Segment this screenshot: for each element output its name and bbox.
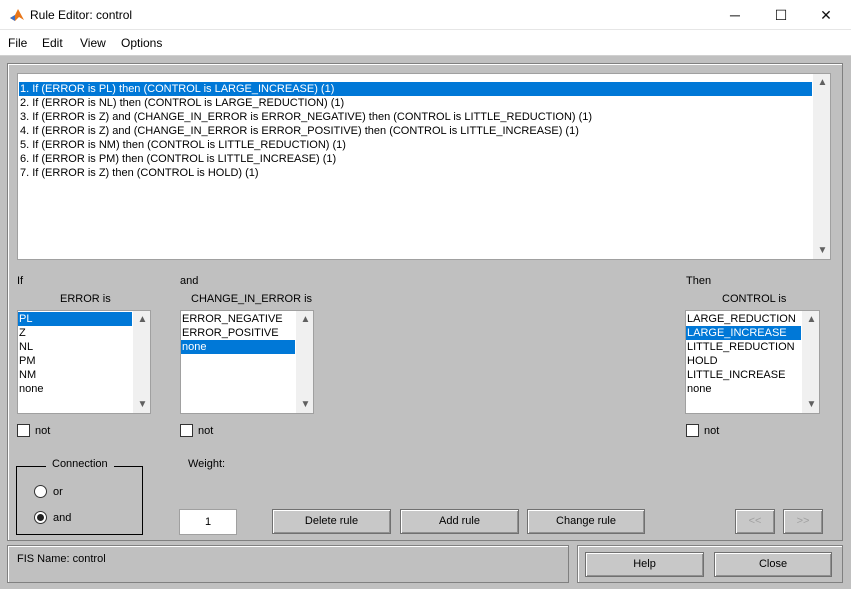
maximize-button[interactable]: ☐: [758, 0, 804, 30]
list-item[interactable]: ERROR_POSITIVE: [181, 326, 295, 340]
list-item[interactable]: none: [18, 382, 132, 396]
control-listbox[interactable]: LARGE_REDUCTION LARGE_INCREASE LITTLE_RE…: [685, 310, 820, 414]
error-listbox[interactable]: PL Z NL PM NM none ▲ ▼: [17, 310, 151, 414]
or-radio[interactable]: [34, 485, 47, 498]
close-window-button[interactable]: ✕: [803, 0, 849, 30]
list-item[interactable]: none: [181, 340, 295, 354]
chevron-up-icon[interactable]: ▲: [134, 311, 150, 328]
fis-name-status: FIS Name: control: [17, 553, 106, 565]
add-rule-button[interactable]: Add rule: [400, 509, 519, 534]
if-label: If: [17, 275, 24, 287]
rule-item[interactable]: 5. If (ERROR is NM) then (CONTROL is LIT…: [19, 138, 812, 152]
previous-rules-button[interactable]: <<: [735, 509, 775, 534]
minimize-button[interactable]: ─: [712, 0, 758, 30]
weight-input[interactable]: 1: [179, 509, 237, 535]
menu-bar: File Edit View Options: [0, 30, 851, 56]
weight-label: Weight:: [188, 458, 226, 470]
menu-view[interactable]: View: [80, 36, 106, 50]
rule-item[interactable]: 1. If (ERROR is PL) then (CONTROL is LAR…: [19, 82, 812, 96]
matlab-icon: [10, 9, 24, 21]
and-not-label: not: [198, 425, 214, 437]
list-item[interactable]: PM: [18, 354, 132, 368]
if-not-label: not: [35, 425, 51, 437]
rule-item[interactable]: 4. If (ERROR is Z) and (CHANGE_IN_ERROR …: [19, 124, 812, 138]
help-button[interactable]: Help: [585, 552, 704, 577]
rule-panel: 1. If (ERROR is PL) then (CONTROL is LAR…: [7, 63, 843, 541]
list-item[interactable]: LARGE_REDUCTION: [686, 312, 801, 326]
list-item[interactable]: HOLD: [686, 354, 801, 368]
menu-file[interactable]: File: [8, 36, 27, 50]
then-not-checkbox[interactable]: [686, 424, 699, 437]
rules-list[interactable]: 1. If (ERROR is PL) then (CONTROL is LAR…: [17, 73, 831, 260]
control-items: LARGE_REDUCTION LARGE_INCREASE LITTLE_RE…: [686, 312, 801, 396]
chevron-down-icon[interactable]: ▼: [803, 396, 819, 413]
radio-selected-dot: [37, 514, 44, 521]
client-area: 1. If (ERROR is PL) then (CONTROL is LAR…: [2, 57, 849, 588]
change-in-error-items: ERROR_NEGATIVE ERROR_POSITIVE none: [181, 312, 295, 354]
change-in-error-var-label: CHANGE_IN_ERROR is: [191, 293, 313, 305]
and-not-checkbox[interactable]: [180, 424, 193, 437]
close-button[interactable]: Close: [714, 552, 832, 577]
chevron-down-icon[interactable]: ▼: [814, 242, 830, 259]
chevron-up-icon[interactable]: ▲: [297, 311, 313, 328]
list-item[interactable]: PL: [18, 312, 132, 326]
status-panel: FIS Name: control: [7, 545, 569, 583]
window-title: Rule Editor: control: [30, 8, 133, 22]
rule-item[interactable]: 2. If (ERROR is NL) then (CONTROL is LAR…: [19, 96, 812, 110]
chevron-up-icon[interactable]: ▲: [803, 311, 819, 328]
rules-items: 1. If (ERROR is PL) then (CONTROL is LAR…: [19, 82, 812, 180]
menu-options[interactable]: Options: [121, 36, 162, 50]
list-item[interactable]: LITTLE_INCREASE: [686, 368, 801, 382]
dialog-buttons-panel: Help Close: [577, 545, 843, 583]
or-label: or: [53, 486, 63, 498]
rules-scrollbar[interactable]: ▲ ▼: [813, 74, 830, 259]
control-var-label: CONTROL is: [722, 293, 787, 305]
then-label: Then: [686, 275, 712, 287]
if-not-checkbox[interactable]: [17, 424, 30, 437]
and-radio-label: and: [53, 512, 72, 524]
list-item[interactable]: Z: [18, 326, 132, 340]
and-label: and: [180, 275, 199, 287]
list-item[interactable]: none: [686, 382, 801, 396]
then-not-label: not: [704, 425, 720, 437]
error-scrollbar[interactable]: ▲ ▼: [133, 311, 150, 413]
rule-item[interactable]: 3. If (ERROR is Z) and (CHANGE_IN_ERROR …: [19, 110, 812, 124]
error-var-label: ERROR is: [60, 293, 111, 305]
chevron-up-icon[interactable]: ▲: [814, 74, 830, 91]
error-items: PL Z NL PM NM none: [18, 312, 132, 396]
change-in-error-scrollbar[interactable]: ▲ ▼: [296, 311, 313, 413]
title-bar: Rule Editor: control ─ ☐ ✕: [0, 0, 851, 30]
list-item[interactable]: LITTLE_REDUCTION: [686, 340, 801, 354]
rule-item[interactable]: 7. If (ERROR is Z) then (CONTROL is HOLD…: [19, 166, 812, 180]
connection-group: [16, 466, 143, 535]
list-item[interactable]: NL: [18, 340, 132, 354]
and-radio[interactable]: [34, 511, 47, 524]
connection-label: Connection: [46, 458, 114, 470]
list-item[interactable]: NM: [18, 368, 132, 382]
next-rules-button[interactable]: >>: [783, 509, 823, 534]
control-scrollbar[interactable]: ▲ ▼: [802, 311, 819, 413]
rule-item[interactable]: 6. If (ERROR is PM) then (CONTROL is LIT…: [19, 152, 812, 166]
delete-rule-button[interactable]: Delete rule: [272, 509, 391, 534]
list-item[interactable]: LARGE_INCREASE: [686, 326, 801, 340]
change-rule-button[interactable]: Change rule: [527, 509, 645, 534]
chevron-down-icon[interactable]: ▼: [134, 396, 150, 413]
chevron-down-icon[interactable]: ▼: [297, 396, 313, 413]
change-in-error-listbox[interactable]: ERROR_NEGATIVE ERROR_POSITIVE none ▲ ▼: [180, 310, 314, 414]
list-item[interactable]: ERROR_NEGATIVE: [181, 312, 295, 326]
menu-edit[interactable]: Edit: [42, 36, 63, 50]
